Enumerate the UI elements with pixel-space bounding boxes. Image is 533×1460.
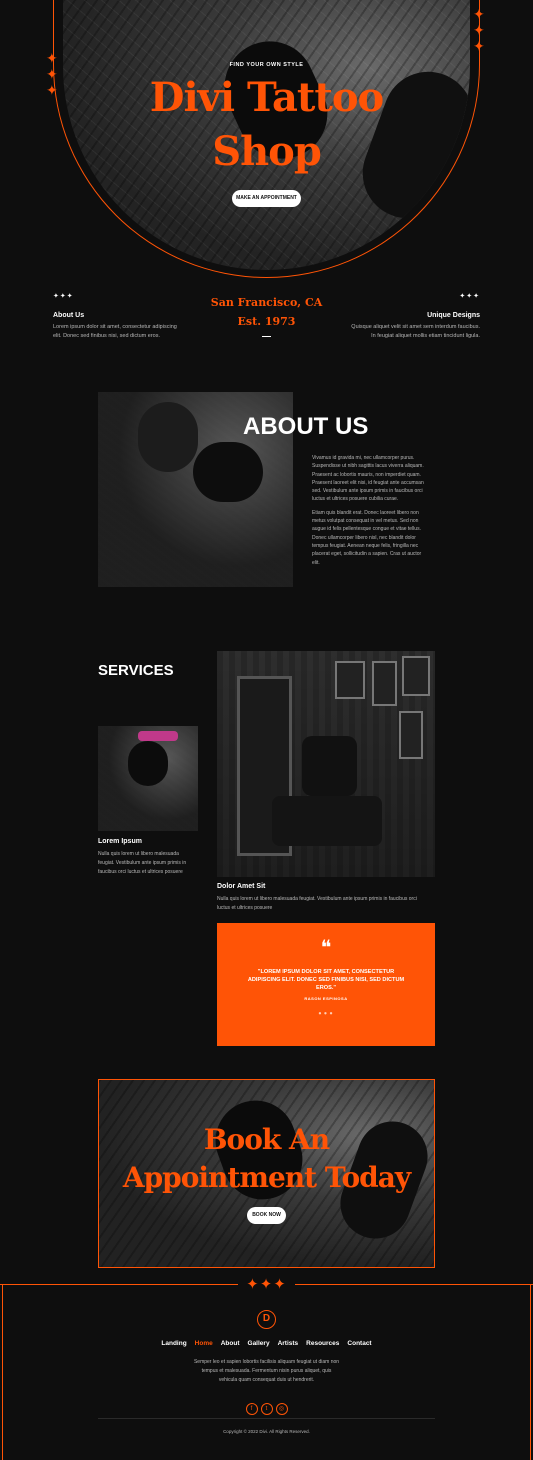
text-line: elit. xyxy=(312,559,320,566)
footer-nav-about[interactable]: About xyxy=(221,1340,240,1347)
copyright: Copyright © 2022 Divi. All Rights Reserv… xyxy=(223,1429,310,1434)
text-line: EROS." xyxy=(315,985,337,991)
footer-nav-landing[interactable]: Landing xyxy=(161,1340,186,1347)
hero-eyebrow: FIND YOUR OWN STYLE xyxy=(229,62,304,68)
location-text: San Francisco, CA xyxy=(210,296,323,309)
text-line: Nulla quis lorem ut libero malesuada xyxy=(98,851,179,857)
twitter-icon[interactable]: t xyxy=(260,1403,273,1415)
book-now-button[interactable]: BOOK NOW xyxy=(247,1207,286,1224)
footer-nav-home[interactable]: Home xyxy=(195,1340,213,1347)
text-line: luctus et ultrices posuere xyxy=(217,905,273,911)
divider xyxy=(262,336,271,337)
service-card-2-text: Nulla quis lorem ut libero malesuada feu… xyxy=(217,895,437,913)
text-line: sed. Vestibulum ante ipsum primis in fau… xyxy=(312,488,423,495)
text-line: Semper leo et sapien lobortis facilisis … xyxy=(193,1359,340,1365)
hero-title-line1: Divi Tattoo xyxy=(149,74,384,121)
footer-divider xyxy=(98,1418,435,1419)
footer-sparkles-icon: ✦✦✦ xyxy=(238,1274,295,1294)
footer-nav-resources[interactable]: Resources xyxy=(306,1340,339,1347)
footer-nav-artists[interactable]: Artists xyxy=(278,1340,299,1347)
instagram-icon[interactable]: ◎ xyxy=(275,1403,288,1415)
stars-icon: ✦✦✦ xyxy=(459,292,480,300)
testimonial-quote: "LOREM IPSUM DOLOR SIT AMET, CONSECTETUR… xyxy=(217,968,435,992)
text-line: feugiat. Vestibulum ante ipsum primis in xyxy=(98,860,187,866)
text-line: Praesent laoreet elit nisi, id feugiat a… xyxy=(312,479,424,486)
quote-icon: ❝ xyxy=(320,935,332,959)
testimonial-author: RASON ESPINOSA xyxy=(304,996,348,1001)
unique-designs-text-1: Quisque aliquet velit sit amet sem inter… xyxy=(351,324,480,330)
text-line: Praesent ac lobortis mauris, non imperdi… xyxy=(312,471,421,478)
service-card-1-text: Nulla quis lorem ut libero malesuada feug… xyxy=(98,850,186,877)
services-title: SERVICES xyxy=(98,662,174,679)
text-line: augue id felis pellentesque congue et vi… xyxy=(312,526,421,533)
about-paragraph-1: Vivamus id gravida mi, nec ullamcorper p… xyxy=(312,454,437,504)
facebook-icon[interactable]: f xyxy=(245,1403,258,1415)
make-appointment-button[interactable]: MAKE AN APPOINTMENT xyxy=(232,190,301,207)
cta-title-line2: Appointment Today xyxy=(122,1161,411,1194)
text-line: Nulla quis lorem ut libero malesuada feu… xyxy=(217,896,417,902)
text-line: "LOREM IPSUM DOLOR SIT AMET, CONSECTETUR xyxy=(257,969,395,975)
service-image-1 xyxy=(98,726,198,831)
text-line: luctus et ultrices posuere cubilia curae… xyxy=(312,496,399,503)
text-line: placerat eget, sollicitudin a sapien. Cr… xyxy=(312,551,422,558)
social-icons: f t ◎ xyxy=(0,1395,533,1415)
text-line: Etiam quis blandit erat. Donec laoreet l… xyxy=(312,509,419,516)
about-title: ABOUT US xyxy=(243,413,369,440)
footer-text: Semper leo et sapien lobortis facilisis … xyxy=(0,1358,533,1385)
about-us-text-2: elit. Donec sed finibus nisi, sed dictum… xyxy=(53,333,160,339)
about-paragraph-2: Etiam quis blandit erat. Donec laoreet l… xyxy=(312,509,437,567)
text-line: tempus feugiat. Aenean neque felis, frin… xyxy=(312,542,419,549)
unique-designs-heading: Unique Designs xyxy=(427,312,480,319)
text-line: tempus et malesuada. Fermentum nisin pur… xyxy=(201,1368,332,1374)
about-text: Vivamus id gravida mi, nec ullamcorper p… xyxy=(312,454,437,567)
service-image-2 xyxy=(217,651,435,877)
unique-designs-text-2: In feugiat aliquet mollis etiam tincidun… xyxy=(371,333,480,339)
text-line: metus volutpat consequat in vel metus. S… xyxy=(312,518,419,525)
hero-title-line2: Shop xyxy=(212,128,322,175)
service-card-2-title: Dolor Amet Sit xyxy=(217,883,266,890)
text-line: faucibus orci luctus et ultrices posuere xyxy=(98,869,183,875)
cta-title-line1: Book An xyxy=(203,1123,330,1156)
slider-dots[interactable]: ● ● ● xyxy=(217,1011,435,1015)
text-line: vehicula quam consequat duis ut hendreri… xyxy=(218,1377,315,1383)
sparkle-icon: ✦ xyxy=(473,23,485,39)
footer-nav-gallery[interactable]: Gallery xyxy=(248,1340,270,1347)
footer-nav-contact[interactable]: Contact xyxy=(347,1340,371,1347)
text-line: Suspendisse ut nibh sagittis lacus viver… xyxy=(312,463,424,470)
text-line: ADIPISCING ELIT. DONEC SED FINIBUS NISI,… xyxy=(247,977,405,983)
sparkle-icon: ✦ xyxy=(473,7,485,23)
service-card-1-title: Lorem Ipsum xyxy=(98,838,142,845)
sparkle-icon: ✦ xyxy=(473,39,485,55)
testimonial-card: ❝ "LOREM IPSUM DOLOR SIT AMET, CONSECTET… xyxy=(217,923,435,1046)
text-line: Donec ullamcorper libero nisl, nec bland… xyxy=(312,534,416,541)
footer-nav: Landing Home About Gallery Artists Resources C… xyxy=(0,1340,533,1347)
text-line: Vivamus id gravida mi, nec ullamcorper p… xyxy=(312,455,415,461)
divi-logo[interactable]: D xyxy=(257,1310,276,1329)
